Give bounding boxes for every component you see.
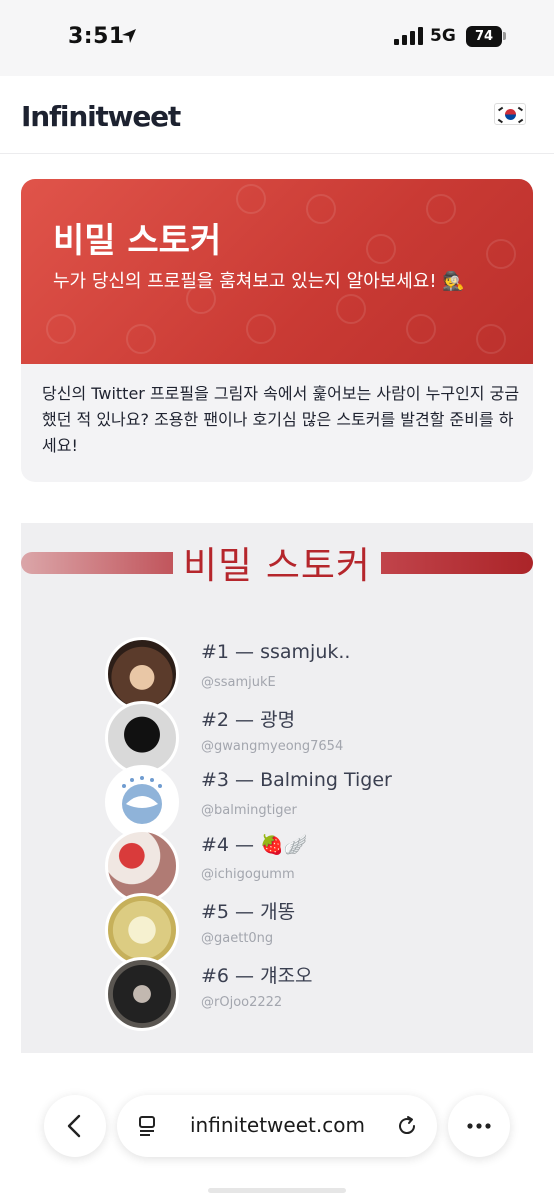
korea-flag-icon[interactable] [494,103,526,125]
stalker-name: #1 — ssamjuk.. [201,641,351,663]
battery-tip [503,32,506,40]
signal-icon [394,27,423,45]
stalker-row[interactable]: #6 — 걔조오 @rOjoo2222 [105,957,505,1031]
avatar [105,765,179,839]
address-bar[interactable]: infinitetweet.com [117,1095,437,1157]
app-header: Infinitweet [0,76,554,154]
stalker-row[interactable]: #3 — Balming Tiger @balmingtiger [105,765,505,839]
section-title: 비밀 스토커 [183,544,371,587]
network-type: 5G [430,26,456,46]
stalker-section: 비밀 스토커 #1 — ssamjuk.. @ssamjukE #2 — 광명 … [21,523,533,1053]
stalker-handle: @gaett0ng [201,931,274,946]
stalker-name: #5 — 개똥 [201,901,296,923]
title-bar-right [381,552,533,574]
browser-toolbar: infinitetweet.com [0,1076,554,1200]
back-button[interactable] [44,1095,106,1157]
status-time: 3:51 [68,24,125,49]
tiger-logo-icon [122,776,162,824]
stalker-handle: @gwangmyeong7654 [201,739,344,754]
stalker-row[interactable]: #1 — ssamjuk.. @ssamjukE [105,637,505,711]
more-button[interactable] [448,1095,510,1157]
promo-card: 비밀 스토커 누가 당신의 프로필을 훔쳐보고 있는지 알아보세요! 🕵️ 당신… [21,179,533,482]
stalker-handle: @rOjoo2222 [201,995,283,1010]
title-bar-left [21,552,173,574]
stalker-handle: @balmingtiger [201,803,297,818]
avatar [105,893,179,967]
stalker-name: #4 — 🍓🪽 [201,834,308,856]
battery-icon: 74 [466,26,502,47]
stalker-row[interactable]: #4 — 🍓🪽 @ichigogumm [105,829,505,903]
more-dots-icon [467,1123,491,1129]
stalker-handle: @ichigogumm [201,867,295,882]
status-bar: 3:51 5G 74 [0,0,554,76]
promo-description: 당신의 Twitter 프로필을 그림자 속에서 훑어보는 사람이 누구인지 궁… [42,384,520,455]
reload-icon[interactable] [395,1114,419,1138]
avatar [105,829,179,903]
avatar [105,957,179,1031]
page-menu-icon[interactable] [137,1115,159,1137]
stalker-handle: @ssamjukE [201,675,276,690]
url-text: infinitetweet.com [190,1113,365,1137]
promo-subtitle: 누가 당신의 프로필을 훔쳐보고 있는지 알아보세요! 🕵️ [53,271,465,292]
stalker-name: #2 — 광명 [201,709,296,731]
promo-title: 비밀 스토커 [53,221,222,261]
home-indicator [208,1188,346,1193]
promo-banner: 비밀 스토커 누가 당신의 프로필을 훔쳐보고 있는지 알아보세요! 🕵️ [21,179,533,364]
avatar [105,701,179,775]
avatar [105,637,179,711]
stalker-row[interactable]: #5 — 개똥 @gaett0ng [105,893,505,967]
brand-logo[interactable]: Infinitweet [21,100,181,133]
stalker-row[interactable]: #2 — 광명 @gwangmyeong7654 [105,701,505,775]
chevron-left-icon [67,1114,81,1138]
stalker-name: #3 — Balming Tiger [201,769,392,791]
stalker-name: #6 — 걔조오 [201,965,313,987]
location-arrow-icon [122,29,136,43]
